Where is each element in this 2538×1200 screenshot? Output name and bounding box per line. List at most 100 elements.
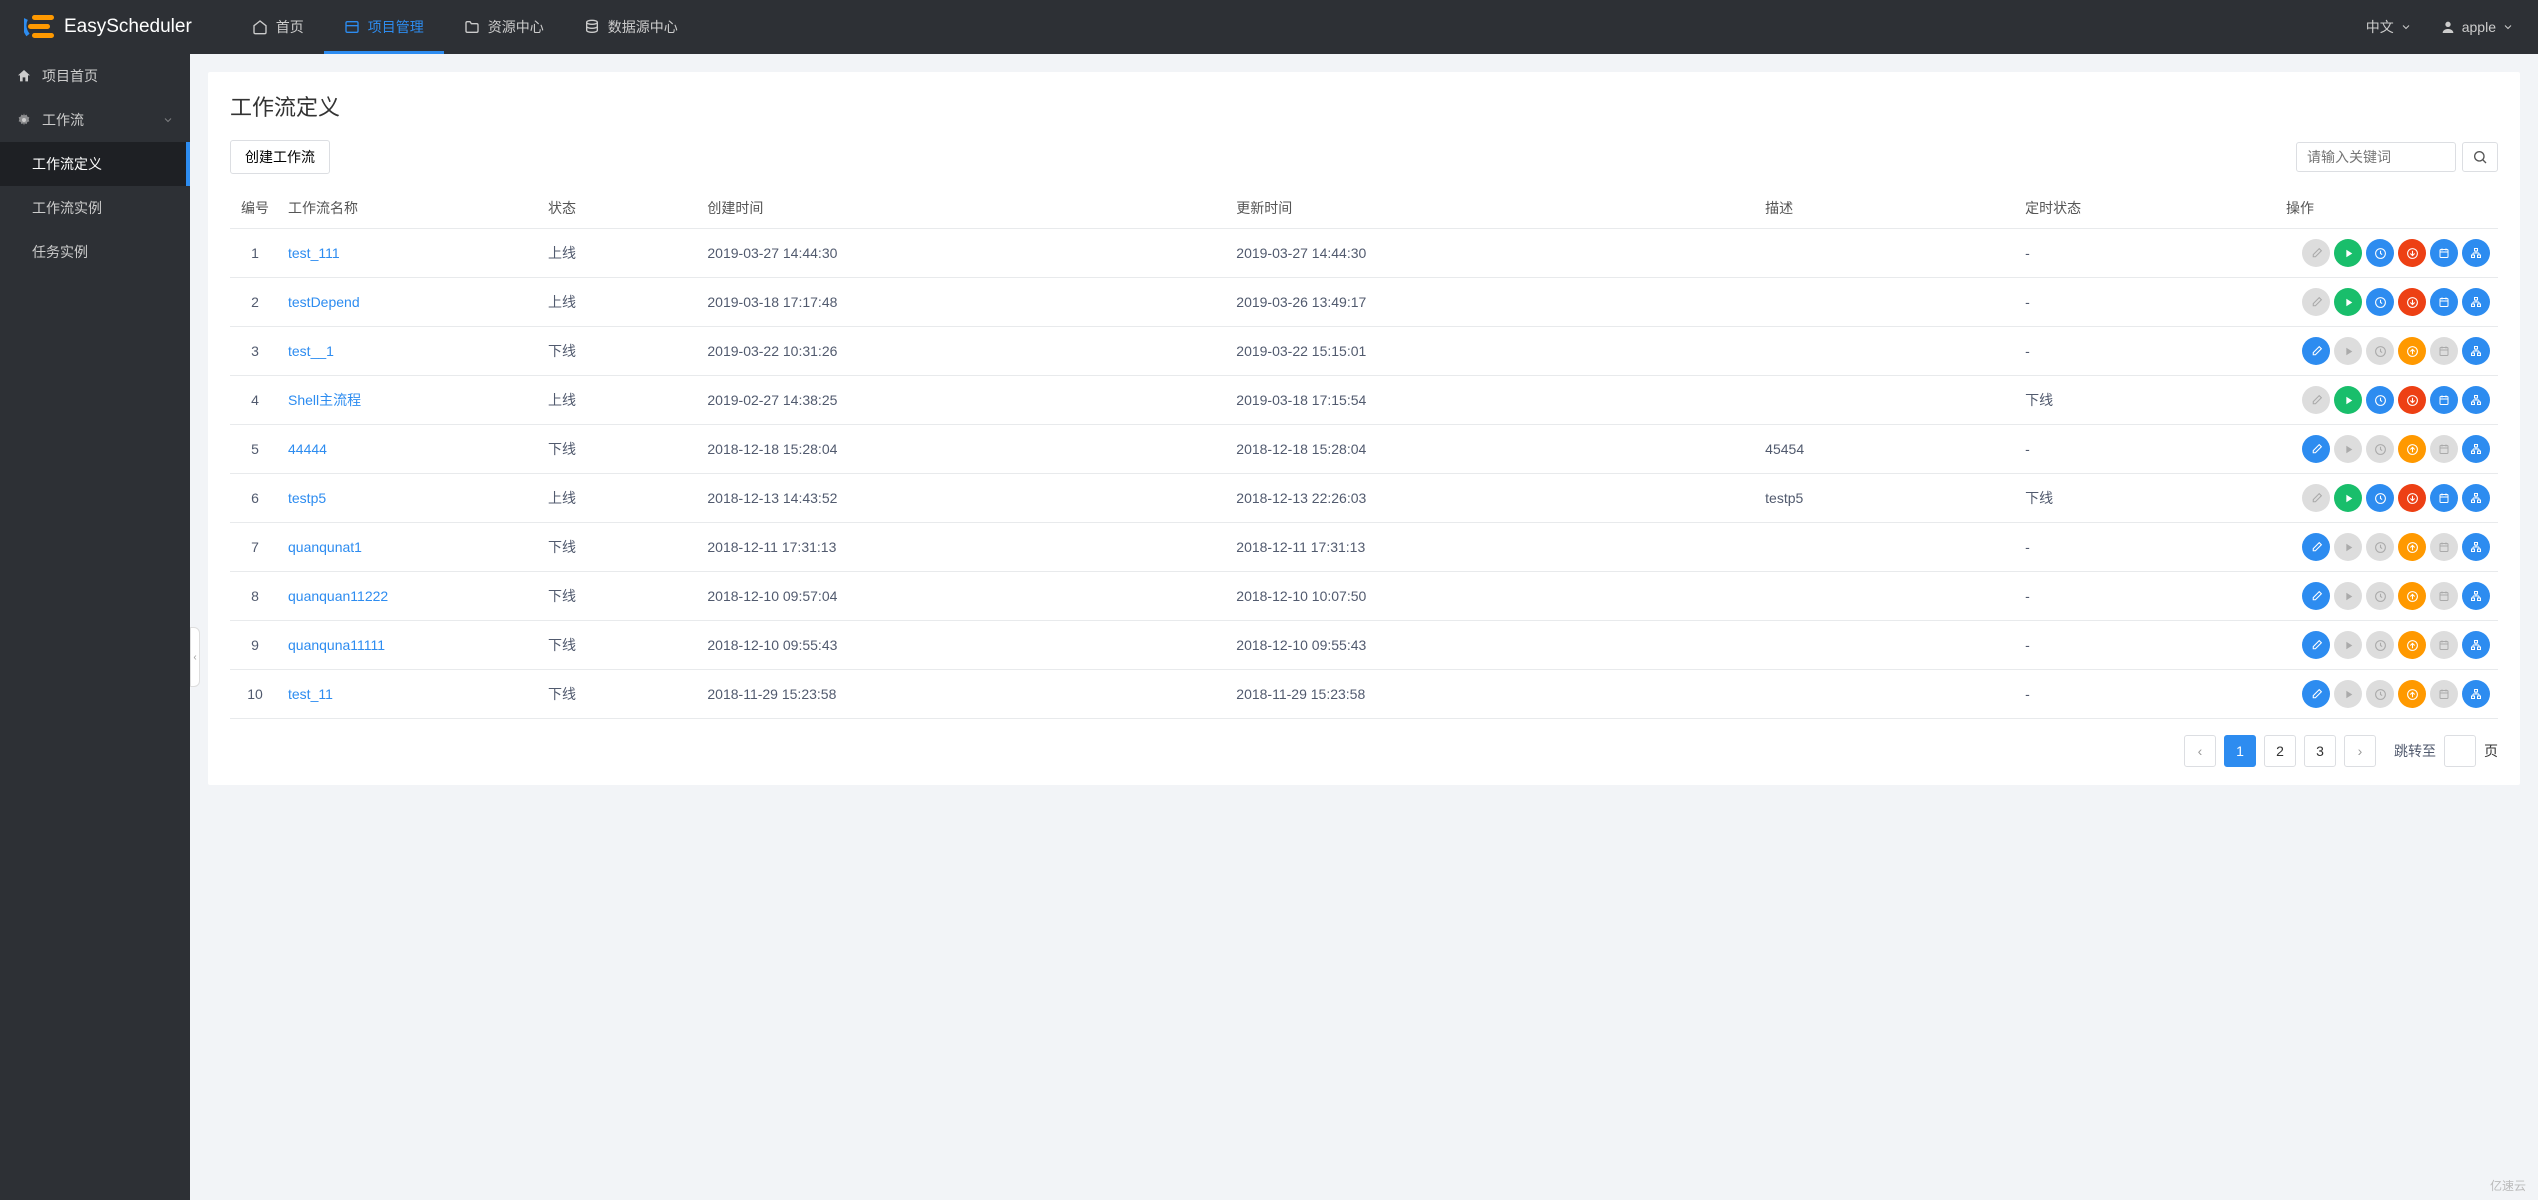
timing-button[interactable] [2366,484,2394,512]
col-updated: 更新时间 [1228,188,1757,229]
online-button[interactable] [2398,680,2426,708]
cell-desc [1757,327,2017,376]
timing-button[interactable] [2366,239,2394,267]
online-button[interactable] [2398,533,2426,561]
timing-button [2366,337,2394,365]
cell-updated: 2019-03-26 13:49:17 [1228,278,1757,327]
cron-button[interactable] [2430,484,2458,512]
run-button[interactable] [2334,239,2362,267]
workflow-link[interactable]: test_111 [288,245,340,261]
cell-updated: 2018-12-18 15:28:04 [1228,425,1757,474]
cell-status: 上线 [540,229,699,278]
workflow-link[interactable]: Shell主流程 [288,392,361,408]
online-button[interactable] [2398,435,2426,463]
tree-button[interactable] [2462,582,2490,610]
page-3[interactable]: 3 [2304,735,2336,767]
sidebar-collapse-toggle[interactable]: ‹ [190,627,200,687]
online-button[interactable] [2398,337,2426,365]
edit-button[interactable] [2302,680,2330,708]
tree-button[interactable] [2462,337,2490,365]
cell-desc [1757,670,2017,719]
timing-button[interactable] [2366,288,2394,316]
cron-button [2430,435,2458,463]
cell-updated: 2019-03-22 15:15:01 [1228,327,1757,376]
table-row: 4 Shell主流程 上线 2019-02-27 14:38:25 2019-0… [230,376,2498,425]
run-button[interactable] [2334,386,2362,414]
search-button[interactable] [2462,142,2498,172]
chevron-down-icon [2400,21,2412,33]
page-next[interactable]: › [2344,735,2376,767]
nav-resource[interactable]: 资源中心 [444,0,564,54]
page-1[interactable]: 1 [2224,735,2256,767]
tree-button[interactable] [2462,631,2490,659]
offline-button[interactable] [2398,484,2426,512]
sidebar-item-task-inst[interactable]: 任务实例 [0,230,190,274]
edit-button[interactable] [2302,582,2330,610]
page-prev[interactable]: ‹ [2184,735,2216,767]
edit-button[interactable] [2302,435,2330,463]
chevron-down-icon [2502,21,2514,33]
online-button[interactable] [2398,631,2426,659]
cell-status: 上线 [540,278,699,327]
cell-created: 2018-11-29 15:23:58 [699,670,1228,719]
tree-button[interactable] [2462,680,2490,708]
tree-button[interactable] [2462,484,2490,512]
offline-button[interactable] [2398,288,2426,316]
workflow-link[interactable]: testp5 [288,490,326,506]
run-button[interactable] [2334,484,2362,512]
nav-datasource[interactable]: 数据源中心 [564,0,698,54]
tree-button[interactable] [2462,386,2490,414]
cell-desc [1757,621,2017,670]
run-button [2334,582,2362,610]
cron-button [2430,337,2458,365]
create-workflow-button[interactable]: 创建工作流 [230,140,330,174]
sidebar-item-project-home[interactable]: 项目首页 [0,54,190,98]
edit-button [2302,484,2330,512]
workflow-link[interactable]: quanqunat1 [288,539,362,555]
online-button[interactable] [2398,582,2426,610]
tree-button[interactable] [2462,288,2490,316]
edit-button [2302,239,2330,267]
user-menu[interactable]: apple [2440,19,2514,35]
col-name: 工作流名称 [280,188,540,229]
edit-button[interactable] [2302,533,2330,561]
run-button [2334,533,2362,561]
jump-input[interactable] [2444,735,2476,767]
cron-button[interactable] [2430,288,2458,316]
cron-button [2430,582,2458,610]
workflow-table: 编号 工作流名称 状态 创建时间 更新时间 描述 定时状态 操作 1 test_… [230,188,2498,719]
cell-timer: - [2017,670,2278,719]
edit-button[interactable] [2302,337,2330,365]
cell-created: 2018-12-18 15:28:04 [699,425,1228,474]
timing-button[interactable] [2366,386,2394,414]
workflow-link[interactable]: test__1 [288,343,334,359]
tree-button[interactable] [2462,239,2490,267]
tree-button[interactable] [2462,435,2490,463]
nav-home[interactable]: 首页 [232,0,324,54]
workflow-link[interactable]: 44444 [288,441,327,457]
workflow-link[interactable]: quanquna11111 [288,637,385,653]
run-button [2334,337,2362,365]
sidebar-item-workflow-def[interactable]: 工作流定义 [0,142,190,186]
pagination: ‹ 123 › 跳转至 页 [230,735,2498,767]
workflow-link[interactable]: test_11 [288,686,333,702]
logo-icon [24,13,56,41]
page-2[interactable]: 2 [2264,735,2296,767]
workflow-link[interactable]: testDepend [288,294,360,310]
cron-button[interactable] [2430,386,2458,414]
lang-switcher[interactable]: 中文 [2366,17,2412,37]
edit-button[interactable] [2302,631,2330,659]
cron-button[interactable] [2430,239,2458,267]
cell-created: 2018-12-13 14:43:52 [699,474,1228,523]
sidebar-item-workflow[interactable]: 工作流 [0,98,190,142]
cell-created: 2019-03-27 14:44:30 [699,229,1228,278]
sidebar-item-workflow-inst[interactable]: 工作流实例 [0,186,190,230]
offline-button[interactable] [2398,386,2426,414]
run-button[interactable] [2334,288,2362,316]
workflow-link[interactable]: quanquan11222 [288,588,388,604]
search-input[interactable] [2296,142,2456,172]
edit-button [2302,288,2330,316]
nav-project[interactable]: 项目管理 [324,0,444,54]
tree-button[interactable] [2462,533,2490,561]
offline-button[interactable] [2398,239,2426,267]
